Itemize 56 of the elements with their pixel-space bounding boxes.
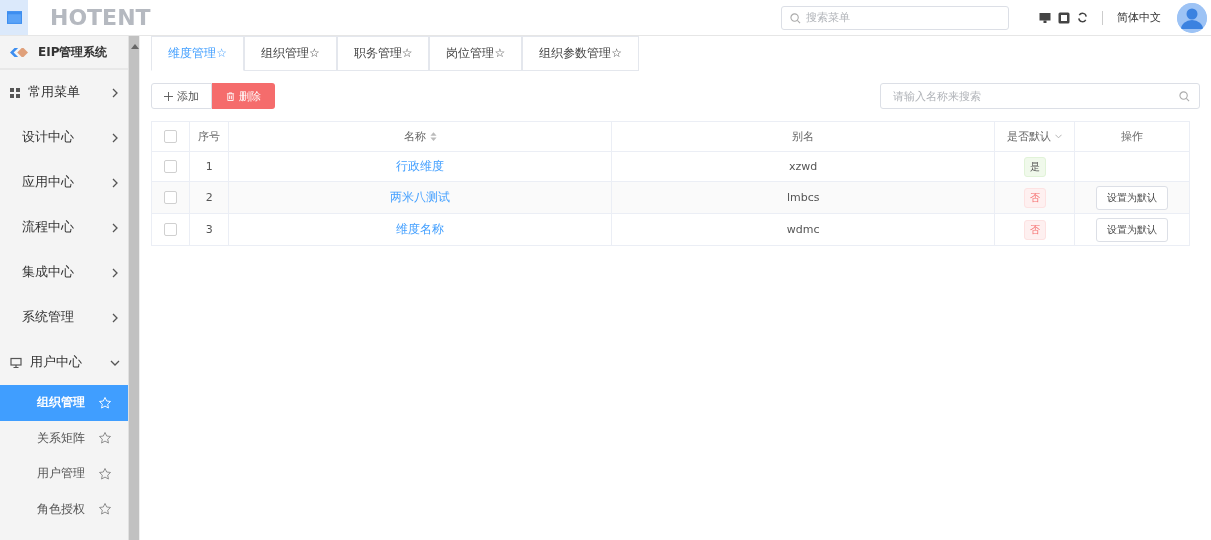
logo: HOTENT [50, 5, 151, 30]
table-cell: wdmc [611, 213, 995, 246]
status-tag: 否 [1023, 219, 1046, 240]
menu-item[interactable]: 系统管理 [0, 295, 128, 340]
trash-icon [226, 91, 236, 101]
sort-icon[interactable] [429, 132, 437, 141]
status-tag: 否 [1023, 187, 1046, 208]
menu-item[interactable]: 常用菜单 [0, 70, 128, 115]
search-icon [1179, 91, 1190, 102]
table-cell: 3 [189, 213, 229, 246]
caret-icon[interactable] [1055, 134, 1063, 139]
star-icon[interactable] [97, 466, 112, 481]
star-icon[interactable] [97, 431, 112, 446]
monitor-icon[interactable] [1039, 11, 1051, 24]
monitor-icon [10, 356, 22, 369]
submenu-item[interactable]: 关系矩阵 [0, 420, 128, 456]
search-icon [790, 12, 801, 24]
avatar-icon[interactable] [1177, 2, 1207, 33]
set-default-button[interactable]: 设置为默认 [1096, 185, 1169, 210]
star-icon[interactable] [97, 502, 112, 517]
menu-item[interactable]: 设计中心 [0, 115, 128, 160]
checkbox[interactable] [164, 130, 178, 144]
menu-item[interactable]: 应用中心 [0, 160, 128, 205]
column-header: 别名 [611, 121, 995, 152]
fullscreen-icon[interactable] [1058, 11, 1070, 24]
submenu-item[interactable]: 角色授权 [0, 491, 128, 527]
tab[interactable]: 组织参数管理☆ [522, 36, 639, 70]
checkbox[interactable] [164, 160, 178, 174]
checkbox[interactable] [164, 191, 178, 205]
checkbox[interactable] [164, 223, 178, 237]
menu-item[interactable]: 用户中心 [0, 340, 128, 385]
system-title: EIP管理系统 [38, 43, 108, 61]
scroll-up-icon[interactable] [130, 44, 139, 49]
language-button[interactable]: 简体中文 [1117, 10, 1161, 25]
set-default-button[interactable]: 设置为默认 [1096, 217, 1169, 242]
refresh-icon[interactable] [1077, 12, 1088, 23]
column-header: 操作 [1074, 121, 1190, 152]
add-button[interactable]: 添加 [151, 83, 213, 109]
search-field[interactable]: 搜索菜单 [781, 5, 1009, 30]
tab[interactable]: 岗位管理☆ [429, 36, 523, 70]
menu-item[interactable]: 流程中心 [0, 205, 128, 250]
grid-icon [10, 87, 20, 98]
diamond-logo-icon [10, 46, 28, 58]
plus-icon [164, 91, 174, 101]
search-field[interactable]: 请输入名称来搜索 [880, 83, 1200, 109]
submenu-item[interactable]: 用户管理 [0, 456, 128, 492]
table-cell: 1 [189, 151, 229, 182]
column-header[interactable]: 名称 [403, 129, 426, 144]
tab[interactable]: 职务管理☆ [336, 36, 430, 70]
menu-item[interactable]: 集成中心 [0, 250, 128, 295]
tab[interactable]: 组织管理☆ [243, 36, 337, 70]
table-cell: xzwd [611, 151, 995, 182]
table-cell: lmbcs [611, 181, 995, 214]
status-tag: 是 [1023, 156, 1046, 177]
column-header: 序号 [189, 121, 229, 152]
window-icon[interactable] [6, 11, 22, 24]
